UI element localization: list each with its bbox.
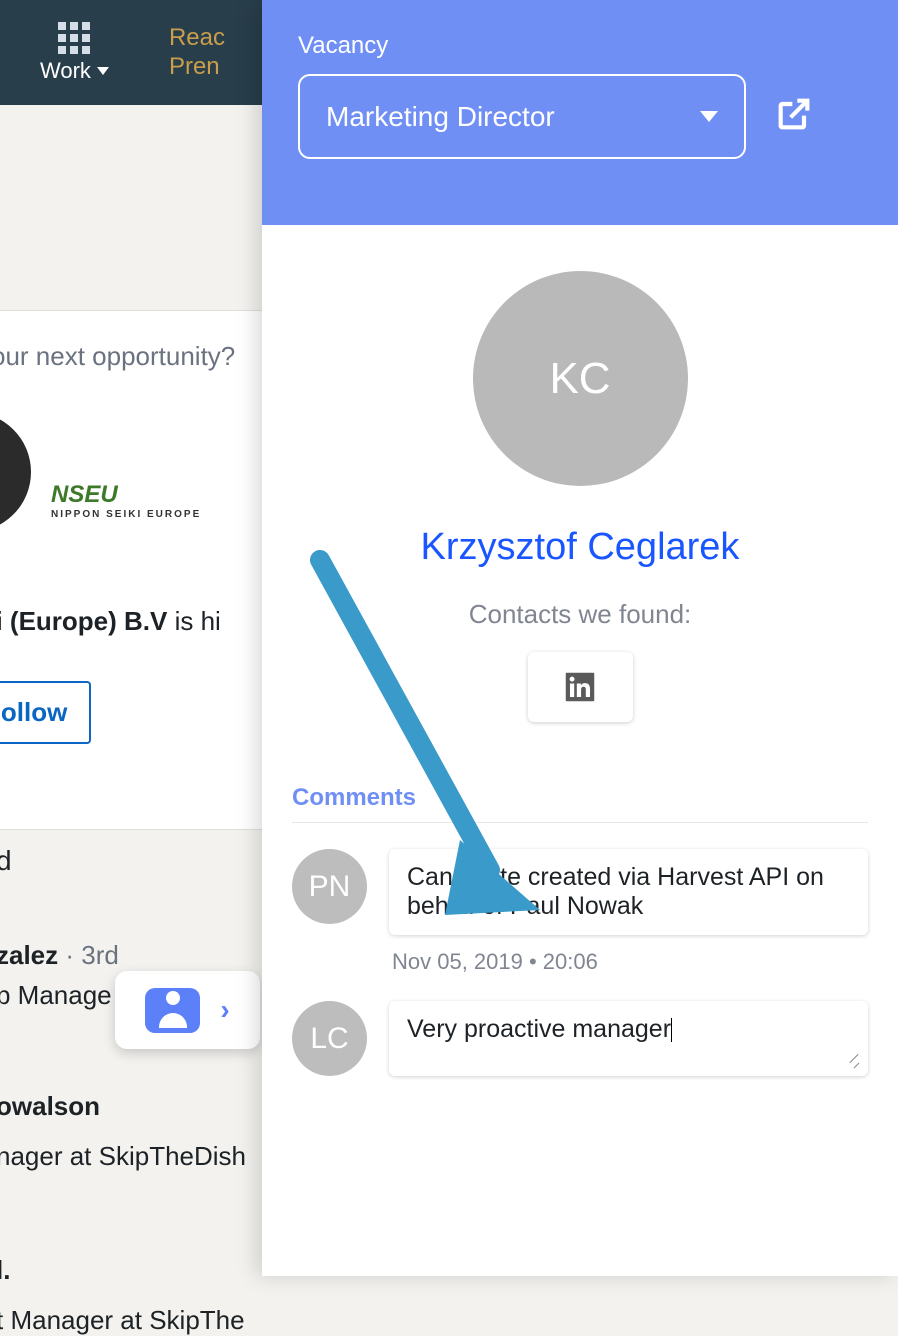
open-external-icon	[774, 94, 814, 134]
text-fragment: d	[0, 845, 12, 877]
resize-handle-icon	[848, 1058, 862, 1072]
feed-role: t Manager at SkipThe	[0, 1305, 245, 1336]
open-external-button[interactable]	[774, 94, 814, 139]
candidate-avatar: KC	[473, 271, 688, 486]
chevron-down-icon	[700, 111, 718, 122]
avatar	[0, 412, 31, 532]
panel-body: KC Krzysztof Ceglarek Contacts we found:…	[262, 225, 898, 1276]
comment-avatar: LC	[292, 1001, 367, 1076]
extension-popup[interactable]: ›	[115, 971, 260, 1049]
avatar-initials: LC	[310, 1022, 348, 1056]
comment-text: Very proactive manager	[407, 1015, 671, 1043]
apps-menu-label: Work	[40, 58, 91, 84]
feed-name: owalson	[0, 1091, 100, 1122]
linkedin-icon	[561, 668, 599, 706]
candidate-name[interactable]: Krzysztof Ceglarek	[292, 526, 868, 569]
chevron-down-icon	[97, 67, 109, 75]
candidate-panel: Vacancy Marketing Director KC Krzysztof …	[262, 0, 898, 1276]
promo-card: our next opportunity? NSEU NIPPON SEIKI …	[0, 310, 270, 830]
panel-header: Vacancy Marketing Director	[262, 0, 898, 225]
comment-item: LC Very proactive manager	[292, 1001, 868, 1076]
text-cursor-icon	[671, 1018, 672, 1042]
feed-role: p Manage	[0, 980, 112, 1011]
opportunity-text: our next opportunity?	[0, 341, 249, 372]
comment-text: Candidate created via Harvest API on beh…	[407, 863, 824, 920]
premium-link[interactable]: Reac Pren	[169, 24, 225, 82]
vacancy-value: Marketing Director	[326, 101, 555, 133]
vacancy-select[interactable]: Marketing Director	[298, 74, 746, 159]
feed-role: nager at SkipTheDish	[0, 1141, 246, 1172]
follow-button[interactable]: Follow	[0, 681, 91, 744]
feed-name: l.	[0, 1255, 10, 1286]
hiring-text: ki (Europe) B.V is hi	[0, 606, 221, 637]
apps-menu[interactable]: Work	[40, 22, 109, 84]
contacts-label: Contacts we found:	[292, 599, 868, 630]
avatar-initials: PN	[309, 870, 351, 904]
comment-input[interactable]: Very proactive manager	[389, 1001, 868, 1076]
feed-name: zalez · 3rd	[0, 940, 119, 971]
comment-bubble: Candidate created via Harvest API on beh…	[389, 849, 868, 935]
linkedin-contact-button[interactable]	[528, 652, 633, 722]
chevron-right-icon: ›	[220, 994, 229, 1026]
comment-avatar: PN	[292, 849, 367, 924]
avatar-initials: KC	[549, 354, 610, 404]
company-logo: NSEU NIPPON SEIKI EUROPE	[51, 481, 201, 520]
person-icon	[145, 988, 200, 1033]
apps-grid-icon	[58, 22, 90, 54]
comment-item: PN Candidate created via Harvest API on …	[292, 849, 868, 935]
vacancy-label: Vacancy	[298, 32, 862, 60]
comments-header: Comments	[292, 784, 868, 823]
comment-meta: Nov 05, 2019 • 20:06	[392, 949, 868, 975]
